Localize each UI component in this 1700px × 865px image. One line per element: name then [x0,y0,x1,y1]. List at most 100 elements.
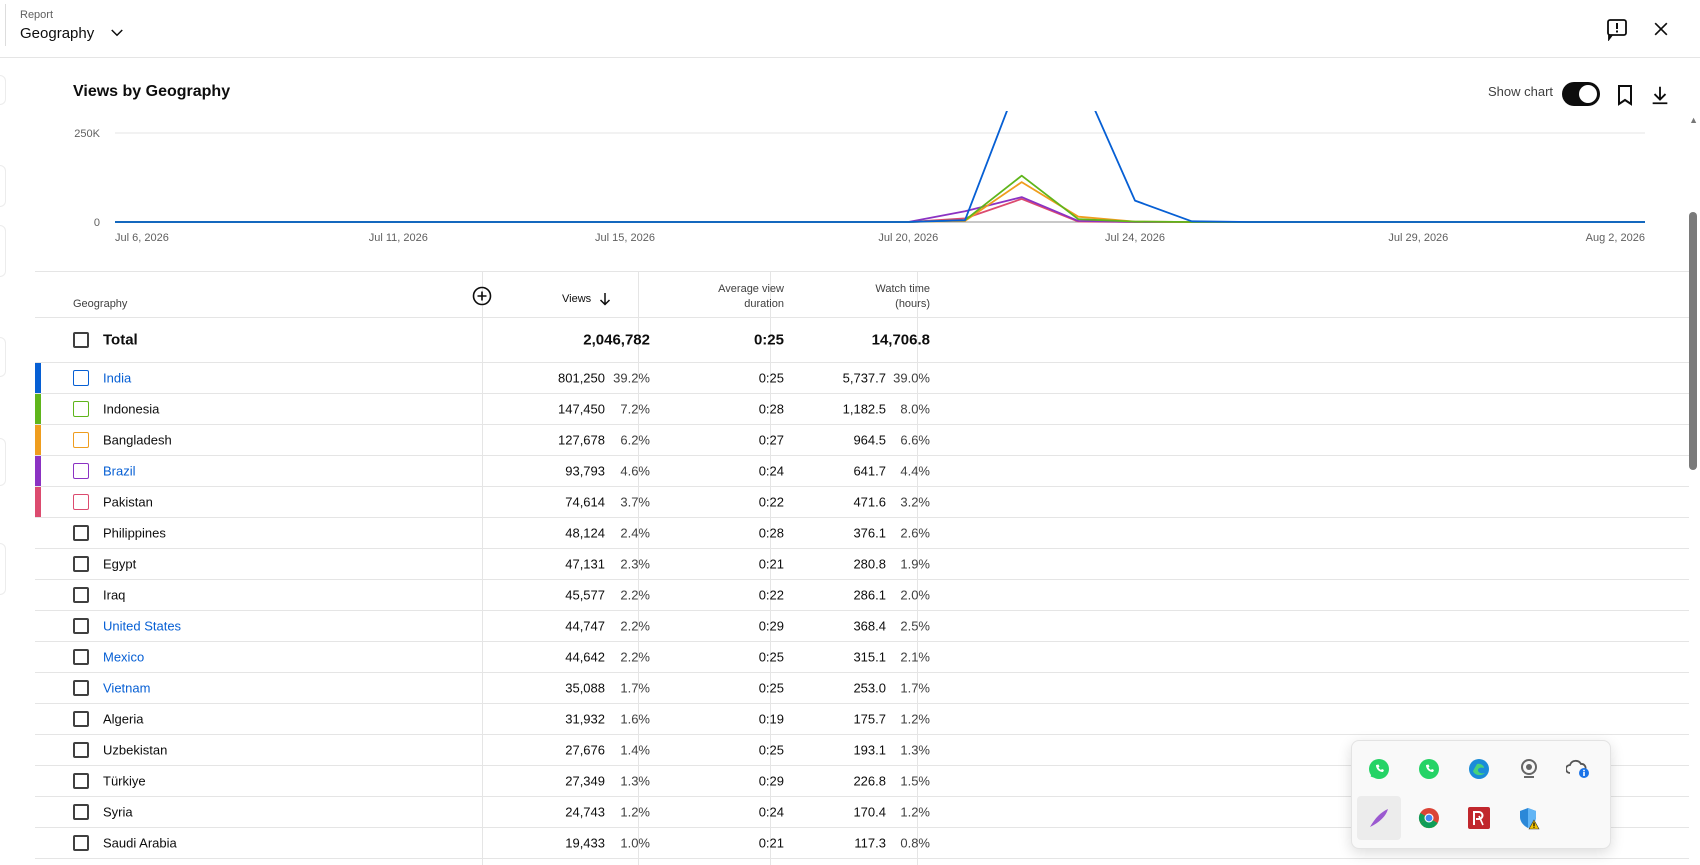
rail-shape [0,337,6,377]
watch-time-value: 117.3 [854,835,886,851]
watch-time-value: 286.1 [853,587,886,603]
views-value: 44,747 [565,618,605,634]
row-checkbox[interactable] [73,649,89,665]
pdf-reader-icon[interactable] [1463,802,1495,834]
row-checkbox[interactable] [73,556,89,572]
geography-header: Geography [73,298,128,310]
avg-duration-value: 0:28 [758,525,784,541]
geography-name: Uzbekistan [103,742,168,758]
report-dropdown[interactable]: Geography [20,24,126,42]
x-tick-label: Jul 20, 2026 [878,232,938,244]
avg-duration-value: 0:27 [758,432,784,448]
views-value: 127,678 [558,432,605,448]
watch-time-value: 170.4 [853,804,886,820]
views-percent: 2.3% [620,556,650,572]
report-dropdown-value: Geography [20,24,95,42]
table-row: Vietnam 35,088 1.7% 0:25 253.0 1.7% [35,673,1689,704]
views-percent: 7.2% [620,401,650,417]
geography-name[interactable]: India [103,371,131,386]
views-sort-header[interactable]: Views [562,292,611,306]
geography-name[interactable]: Mexico [103,650,144,665]
add-metric-icon[interactable] [472,286,492,306]
watch-time-percent: 1.3% [900,742,930,758]
row-checkbox[interactable] [73,525,89,541]
series-line [115,196,1645,223]
avg-duration-value: 0:25 [758,742,784,758]
views-percent: 1.4% [620,742,650,758]
defender-warning-icon[interactable] [1513,802,1545,834]
row-checkbox[interactable] [73,680,89,696]
series-color-bar [35,363,41,393]
views-percent: 2.4% [620,525,650,541]
series-line [115,174,1645,223]
watch-time-header[interactable]: Watch time (hours) [770,282,930,312]
total-checkbox[interactable] [73,332,89,348]
avg-duration-header[interactable]: Average view duration [638,282,784,312]
feedback-icon[interactable] [1604,16,1630,42]
x-tick-label: Jul 29, 2026 [1388,232,1448,244]
row-checkbox[interactable] [73,401,89,417]
views-header-label: Views [562,293,592,305]
watch-time-value: 193.1 [853,742,886,758]
x-tick-label: Jul 15, 2026 [595,232,655,244]
close-icon[interactable] [1648,16,1674,42]
geography-name[interactable]: Brazil [103,464,136,479]
row-checkbox[interactable] [73,711,89,727]
row-checkbox[interactable] [73,742,89,758]
views-value: 93,793 [565,463,605,479]
views-percent: 4.6% [620,463,650,479]
views-percent: 3.7% [620,494,650,510]
row-checkbox[interactable] [73,835,89,851]
whatsapp-icon[interactable] [1363,753,1395,785]
edge-icon[interactable] [1463,753,1495,785]
watch-time-percent: 2.5% [900,618,930,634]
geography-name[interactable]: United States [103,619,181,634]
views-value: 45,577 [565,587,605,603]
watch-time-percent: 3.2% [900,494,930,510]
x-tick-label: Jul 11, 2026 [369,232,428,244]
table-row: Indonesia 147,450 7.2% 0:28 1,182.5 8.0% [35,394,1689,425]
series-color-bar [35,394,41,424]
whatsapp-icon[interactable] [1413,753,1445,785]
row-checkbox[interactable] [73,494,89,510]
watch-time-percent: 1.9% [900,556,930,572]
x-tick-label: Jul 24, 2026 [1105,232,1165,244]
views-value: 48,124 [565,525,605,541]
avg-duration-value: 0:21 [758,556,784,572]
chrome-icon[interactable] [1413,802,1445,834]
row-checkbox[interactable] [73,463,89,479]
webcam-icon[interactable] [1513,753,1545,785]
arrow-down-icon [600,293,611,306]
views-value: 47,131 [565,556,605,572]
row-checkbox[interactable] [73,432,89,448]
row-checkbox[interactable] [73,618,89,634]
total-label: Total [103,331,138,349]
avg-duration-value: 0:25 [758,680,784,696]
scrollbar-thumb[interactable] [1689,212,1697,470]
row-checkbox[interactable] [73,804,89,820]
table-row: Bangladesh 127,678 6.2% 0:27 964.5 6.6% [35,425,1689,456]
show-chart-label: Show chart [1488,84,1554,99]
feather-icon[interactable] [1357,796,1401,840]
table-row: Philippines 48,124 2.4% 0:28 376.1 2.6% [35,518,1689,549]
views-value: 801,250 [558,370,605,386]
geography-name[interactable]: Vietnam [103,681,150,696]
watch-time-percent: 6.6% [900,432,930,448]
series-color-bar [35,456,41,486]
watch-time-value: 964.5 [853,432,886,448]
chevron-down-icon [111,29,123,37]
watch-time-percent: 1.2% [900,804,930,820]
x-tick-label: Jul 6, 2026 [115,232,169,244]
avg-duration-value: 0:19 [758,711,784,727]
avg-duration-value: 0:25 [758,649,784,665]
onedrive-icon[interactable] [1563,753,1595,785]
row-checkbox[interactable] [73,773,89,789]
watch-time-percent: 4.4% [900,463,930,479]
table-row: Algeria 31,932 1.6% 0:19 175.7 1.2% [35,704,1689,735]
row-checkbox[interactable] [73,370,89,386]
watch-time-value: 280.8 [853,556,886,572]
rail-shape [0,543,6,595]
watch-time-value: 641.7 [853,463,886,479]
geography-name: Syria [103,804,133,820]
row-checkbox[interactable] [73,587,89,603]
